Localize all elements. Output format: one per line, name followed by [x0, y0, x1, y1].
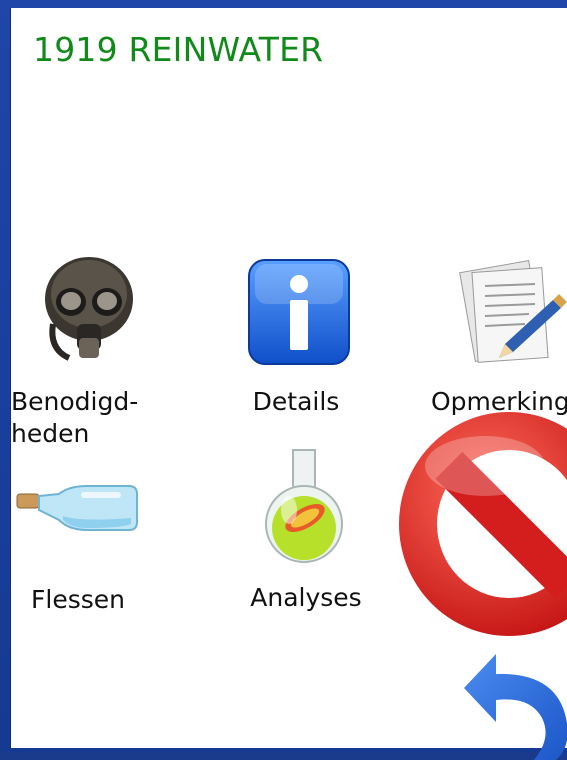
undo-arrow-icon[interactable]	[456, 638, 567, 760]
no-entry-icon	[399, 412, 567, 636]
gas-mask-icon	[45, 257, 133, 361]
tile-analyses[interactable]: Analyses	[231, 448, 381, 618]
tile-label: Benodigd- heden	[11, 387, 139, 448]
bottle-icon	[16, 485, 138, 531]
tile-details[interactable]: Details	[221, 258, 371, 428]
page-title: 1919 REINWATER	[33, 30, 324, 69]
flask-icon	[265, 449, 343, 563]
tile-benodigdheden[interactable]: Benodigd- heden	[11, 254, 151, 454]
notes-pen-icon	[459, 260, 567, 363]
tile-label: Details	[252, 387, 340, 416]
tile-label: Flessen	[31, 585, 125, 614]
main-panel: 1919 REINWATER Benodigd- heden Details O…	[10, 8, 567, 760]
info-icon	[248, 259, 350, 365]
tile-label: Analyses	[250, 583, 362, 612]
tile-flessen[interactable]: Flessen	[11, 478, 161, 618]
tile-opmerking[interactable]: Opmerking	[421, 258, 567, 428]
